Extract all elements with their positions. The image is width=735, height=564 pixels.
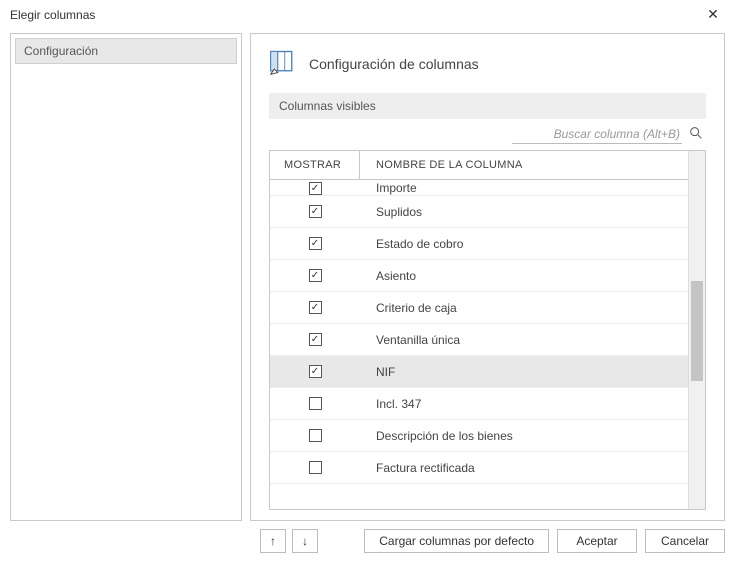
row-label: Incl. 347 [360,397,688,411]
row-label: NIF [360,365,688,379]
row-checkbox-cell [270,429,360,442]
row-checkbox-cell: ✓ [270,365,360,378]
checkbox[interactable]: ✓ [309,237,322,250]
table-row[interactable]: Descripción de los bienes [270,420,688,452]
table-row[interactable]: ✓ Suplidos [270,196,688,228]
row-checkbox-cell: ✓ [270,205,360,218]
table-row[interactable]: Factura rectificada [270,452,688,484]
row-label: Asiento [360,269,688,283]
checkbox[interactable]: ✓ [309,182,322,195]
search-input[interactable] [512,125,682,144]
row-label: Importe [360,181,688,195]
row-checkbox-cell: ✓ [270,301,360,314]
row-label: Ventanilla única [360,333,688,347]
table-row[interactable]: ✓ Ventanilla única [270,324,688,356]
row-checkbox-cell [270,461,360,474]
section-subheader: Columnas visibles [269,93,706,119]
titlebar: Elegir columnas ✕ [0,0,735,27]
arrow-down-icon: ↓ [302,534,308,548]
button-label: Cargar columnas por defecto [379,534,534,548]
sidebar-item-label: Configuración [24,44,98,58]
sidebar-item-configuracion[interactable]: Configuración [15,38,237,64]
table-row[interactable]: ✓ Importe [270,180,688,196]
accept-button[interactable]: Aceptar [557,529,637,553]
columns-icon [269,48,297,79]
table-row[interactable]: ✓ NIF [270,356,688,388]
table-row[interactable]: ✓ Criterio de caja [270,292,688,324]
cancel-button[interactable]: Cancelar [645,529,725,553]
checkbox[interactable] [309,461,322,474]
checkbox[interactable]: ✓ [309,269,322,282]
window-title: Elegir columnas [10,8,95,22]
main-panel: Configuración de columnas Columnas visib… [250,33,725,521]
sidebar: Configuración [10,33,242,521]
scrollbar-vertical[interactable] [688,151,705,509]
close-icon[interactable]: ✕ [701,6,725,23]
table-row[interactable]: ✓ Asiento [270,260,688,292]
move-up-button[interactable]: ↑ [260,529,286,553]
checkbox[interactable]: ✓ [309,333,322,346]
row-checkbox-cell: ✓ [270,269,360,282]
row-label: Estado de cobro [360,237,688,251]
table-row[interactable]: Incl. 347 [270,388,688,420]
row-checkbox-cell: ✓ [270,333,360,346]
table-row[interactable]: ✓ Estado de cobro [270,228,688,260]
checkbox[interactable]: ✓ [309,205,322,218]
columns-table: MOSTRAR NOMBRE DE LA COLUMNA ✓ Importe ✓ Su… [269,150,706,510]
arrow-up-icon: ↑ [270,534,276,548]
column-header-mostrar[interactable]: MOSTRAR [270,151,360,179]
row-label: Descripción de los bienes [360,429,688,443]
page-title: Configuración de columnas [309,56,479,72]
checkbox[interactable] [309,397,322,410]
checkbox[interactable]: ✓ [309,301,322,314]
move-down-button[interactable]: ↓ [292,529,318,553]
button-label: Aceptar [576,534,617,548]
row-checkbox-cell [270,397,360,410]
checkbox[interactable] [309,429,322,442]
checkbox[interactable]: ✓ [309,365,322,378]
search-icon[interactable] [688,125,704,144]
scrollbar-thumb[interactable] [691,281,703,381]
row-label: Suplidos [360,205,688,219]
row-label: Criterio de caja [360,301,688,315]
row-checkbox-cell: ✓ [270,237,360,250]
row-checkbox-cell: ✓ [270,182,360,195]
load-defaults-button[interactable]: Cargar columnas por defecto [364,529,549,553]
footer: ↑ ↓ Cargar columnas por defecto Aceptar … [0,521,735,553]
button-label: Cancelar [661,534,709,548]
row-label: Factura rectificada [360,461,688,475]
column-header-nombre[interactable]: NOMBRE DE LA COLUMNA [360,151,688,179]
